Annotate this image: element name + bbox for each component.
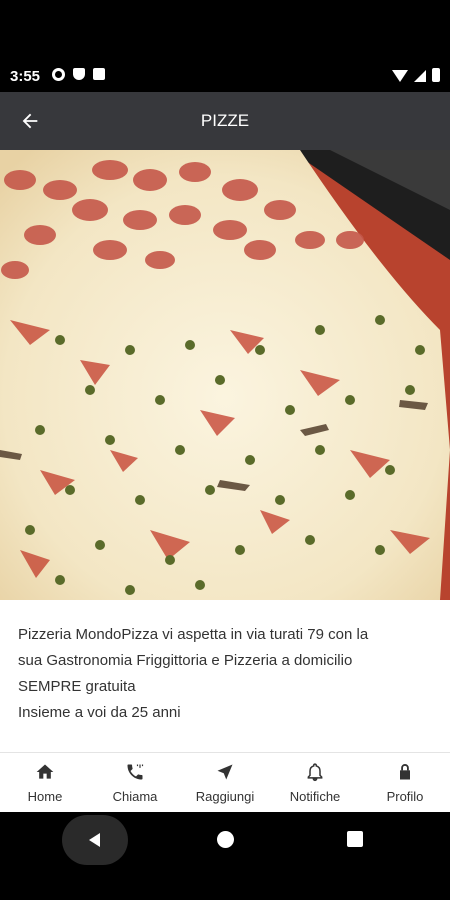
- signal-icon: [414, 70, 426, 82]
- status-right-icons: [392, 68, 440, 82]
- navigation-icon: [214, 761, 236, 783]
- status-left-icons: [52, 68, 105, 81]
- home-icon: [34, 761, 56, 783]
- description-line: sua Gastronomia Friggittoria e Pizzeria …: [18, 652, 353, 669]
- triangle-back-icon: [89, 833, 100, 847]
- system-back-button[interactable]: [62, 815, 128, 865]
- nav-label: Chiama: [112, 789, 158, 804]
- nav-label: Home: [27, 789, 63, 804]
- status-bar: 3:55: [0, 0, 450, 92]
- nav-item-raggiungi[interactable]: Raggiungi: [180, 753, 270, 812]
- description-line: Insieme a voi da 25 anni: [18, 704, 181, 721]
- nav-label: Profilo: [386, 789, 424, 804]
- page-title: PIZZE: [200, 111, 250, 130]
- system-recents-button[interactable]: [347, 831, 363, 847]
- lock-icon: [394, 761, 416, 783]
- description-line: SEMPRE gratuita: [18, 678, 136, 695]
- shield-icon: [73, 68, 85, 80]
- app-bar: PIZZE: [0, 92, 450, 150]
- gear-icon: [52, 68, 65, 81]
- pizza-photo: [0, 150, 450, 600]
- bottom-navigation: Home Chiama Raggiungi Notifiche Profilo: [0, 752, 450, 812]
- battery-icon: [432, 68, 440, 82]
- bell-icon: [304, 761, 326, 783]
- system-navigation-bar: [0, 812, 450, 900]
- description-text: Pizzeria MondoPizza vi aspetta in via tu…: [18, 622, 432, 726]
- pizza-image: [0, 150, 450, 600]
- nav-label: Raggiungi: [195, 789, 255, 804]
- wifi-icon: [392, 70, 408, 82]
- nav-item-profilo[interactable]: Profilo: [360, 753, 450, 812]
- sd-card-icon: [93, 68, 105, 80]
- nav-item-home[interactable]: Home: [0, 753, 90, 812]
- nav-label: Notifiche: [289, 789, 341, 804]
- nav-item-chiama[interactable]: Chiama: [90, 753, 180, 812]
- system-home-button[interactable]: [217, 831, 234, 848]
- status-time: 3:55: [10, 68, 41, 85]
- description-section: Pizzeria MondoPizza vi aspetta in via tu…: [0, 600, 450, 752]
- phone-icon: [124, 761, 146, 783]
- nav-item-notifiche[interactable]: Notifiche: [270, 753, 360, 812]
- description-line: Pizzeria MondoPizza vi aspetta in via tu…: [18, 626, 369, 643]
